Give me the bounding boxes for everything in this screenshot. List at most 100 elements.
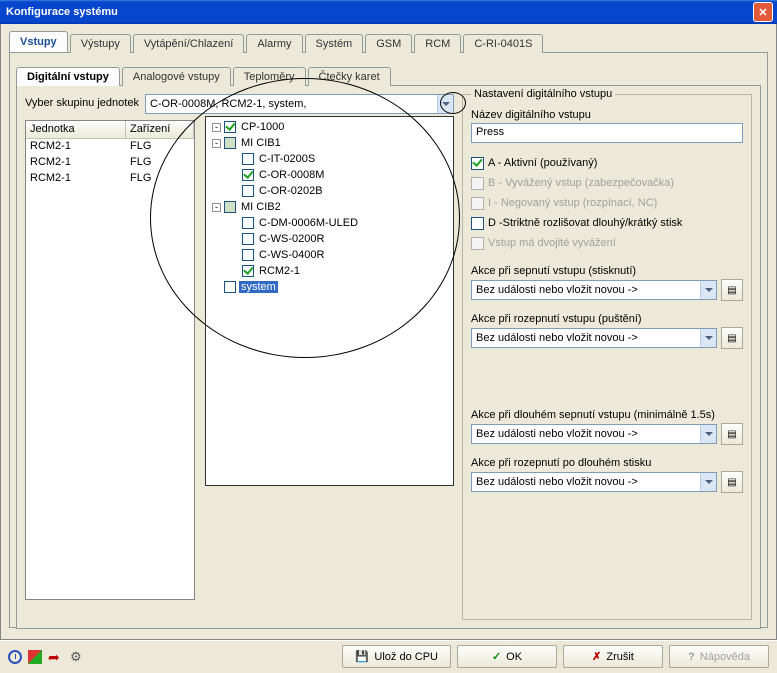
action-block: Akce při dlouhém sepnutí vstupu (minimál… bbox=[471, 409, 743, 445]
table-row[interactable]: RCM2-1FLG bbox=[26, 155, 194, 171]
tree-node[interactable]: - MI CIB2 bbox=[208, 199, 451, 215]
tree-label[interactable]: C-WS-0200R bbox=[257, 233, 326, 245]
tree-node[interactable]: - MI CIB1 bbox=[208, 135, 451, 151]
tree-label[interactable]: C-IT-0200S bbox=[257, 153, 317, 165]
tree-checkbox[interactable] bbox=[242, 153, 254, 165]
units-table: Jednotka Zařízení RCM2-1FLGRCM2-1FLGRCM2… bbox=[25, 120, 195, 600]
tab-alarmy[interactable]: Alarmy bbox=[246, 34, 302, 53]
save-button[interactable]: 💾 Ulož do CPU bbox=[342, 645, 451, 668]
tab-system[interactable]: Systém bbox=[305, 34, 364, 53]
cell-device: FLG bbox=[126, 171, 186, 187]
title-bar: Konfigurace systému ✕ bbox=[0, 0, 777, 24]
tree-label[interactable]: C-OR-0202B bbox=[257, 185, 325, 197]
dropdown-arrow-icon[interactable] bbox=[700, 329, 716, 347]
tree-label[interactable]: C-DM-0006M-ULED bbox=[257, 217, 360, 229]
tree-toggle-icon[interactable]: - bbox=[212, 123, 221, 132]
tree-checkbox[interactable] bbox=[242, 217, 254, 229]
checkbox[interactable] bbox=[471, 157, 484, 170]
tree-label[interactable]: MI CIB1 bbox=[239, 137, 283, 149]
tree-label[interactable]: MI CIB2 bbox=[239, 201, 283, 213]
settings-group: Nastavení digitálního vstupu Název digit… bbox=[462, 94, 752, 620]
check-line[interactable]: A - Aktivní (používaný) bbox=[471, 153, 743, 173]
cell-device: FLG bbox=[126, 155, 186, 171]
cell-device: FLG bbox=[126, 139, 186, 155]
action-block: Akce při rozepnutí po dlouhém stisku Bez … bbox=[471, 457, 743, 493]
unit-group-value: C-OR-0008M, RCM2-1, system, bbox=[146, 98, 437, 110]
dropdown-arrow-icon[interactable] bbox=[700, 425, 716, 443]
tree-node[interactable]: C-WS-0400R bbox=[208, 247, 451, 263]
main-tabs: Vstupy Výstupy Vytápění/Chlazení Alarmy … bbox=[9, 30, 768, 52]
subtab-card[interactable]: Čtečky karet bbox=[308, 67, 391, 86]
tree-label[interactable]: C-WS-0400R bbox=[257, 249, 326, 261]
action-edit-button[interactable]: ▤ bbox=[721, 327, 743, 349]
checkbox bbox=[471, 237, 484, 250]
tab-rcm[interactable]: RCM bbox=[414, 34, 461, 53]
tab-cri[interactable]: C-RI-0401S bbox=[463, 34, 543, 53]
tree-label[interactable]: CP-1000 bbox=[239, 121, 286, 133]
action-edit-button[interactable]: ▤ bbox=[721, 423, 743, 445]
tree-label[interactable]: system bbox=[239, 281, 278, 293]
action-value: Bez události nebo vložit novou -> bbox=[472, 332, 700, 344]
cancel-button[interactable]: Zrušit bbox=[563, 645, 663, 668]
tree-toggle-icon[interactable]: - bbox=[212, 139, 221, 148]
ok-button[interactable]: OK bbox=[457, 645, 557, 668]
tree-label[interactable]: C-OR-0008M bbox=[257, 169, 326, 181]
tree-node[interactable]: C-OR-0202B bbox=[208, 183, 451, 199]
tree-node[interactable]: C-DM-0006M-ULED bbox=[208, 215, 451, 231]
tree-node[interactable]: C-OR-0008M bbox=[208, 167, 451, 183]
action-combo[interactable]: Bez události nebo vložit novou -> bbox=[471, 472, 717, 492]
action-combo[interactable]: Bez události nebo vložit novou -> bbox=[471, 280, 717, 300]
name-input[interactable]: Press bbox=[471, 123, 743, 143]
col-zarizeni[interactable]: Zařízení bbox=[126, 121, 194, 139]
unit-tree-popup[interactable]: - CP-1000 - MI CIB1 C-IT-0200S C-OR-0008M C-OR… bbox=[205, 116, 454, 486]
dropdown-arrow-icon[interactable] bbox=[700, 281, 716, 299]
tree-checkbox[interactable] bbox=[242, 185, 254, 197]
tab-vystupy[interactable]: Výstupy bbox=[70, 34, 131, 53]
tree-checkbox[interactable] bbox=[242, 249, 254, 261]
config-icon[interactable] bbox=[70, 649, 86, 665]
check-line[interactable]: D -Striktně rozlišovat dlouhý/krátký sti… bbox=[471, 213, 743, 233]
action-edit-button[interactable]: ▤ bbox=[721, 471, 743, 493]
subtab-digital[interactable]: Digitální vstupy bbox=[16, 67, 120, 86]
clock-icon[interactable] bbox=[8, 650, 22, 664]
check-label: Vstup má dvojité vyvážení bbox=[488, 237, 616, 249]
checkbox bbox=[471, 177, 484, 190]
tree-node[interactable]: C-IT-0200S bbox=[208, 151, 451, 167]
flag-icon[interactable] bbox=[28, 650, 42, 664]
unit-group-combo[interactable]: C-OR-0008M, RCM2-1, system, bbox=[145, 94, 454, 114]
tree-checkbox[interactable] bbox=[242, 265, 254, 277]
table-row[interactable]: RCM2-1FLG bbox=[26, 171, 194, 187]
tree-label[interactable]: RCM2-1 bbox=[257, 265, 302, 277]
name-label: Název digitálního vstupu bbox=[471, 109, 743, 121]
tree-checkbox[interactable] bbox=[224, 121, 236, 133]
tree-node[interactable]: system bbox=[208, 279, 451, 295]
action-combo[interactable]: Bez události nebo vložit novou -> bbox=[471, 328, 717, 348]
action-label: Akce při rozepnutí po dlouhém stisku bbox=[471, 457, 743, 469]
col-jednotka[interactable]: Jednotka bbox=[26, 121, 126, 139]
tree-checkbox[interactable] bbox=[242, 169, 254, 181]
export-icon[interactable] bbox=[48, 649, 64, 665]
tree-node[interactable]: C-WS-0200R bbox=[208, 231, 451, 247]
action-edit-button[interactable]: ▤ bbox=[721, 279, 743, 301]
dropdown-arrow-icon[interactable] bbox=[700, 473, 716, 491]
action-label: Akce při dlouhém sepnutí vstupu (minimál… bbox=[471, 409, 743, 421]
tree-checkbox[interactable] bbox=[224, 281, 236, 293]
table-row[interactable]: RCM2-1FLG bbox=[26, 139, 194, 155]
help-icon bbox=[688, 651, 695, 663]
tab-vytapeni[interactable]: Vytápění/Chlazení bbox=[133, 34, 244, 53]
tab-gsm[interactable]: GSM bbox=[365, 34, 412, 53]
tree-checkbox[interactable] bbox=[224, 137, 236, 149]
subtab-thermo[interactable]: Teploměry bbox=[233, 67, 306, 86]
close-button[interactable]: ✕ bbox=[753, 2, 773, 22]
tree-checkbox[interactable] bbox=[224, 201, 236, 213]
tree-toggle-icon[interactable]: - bbox=[212, 203, 221, 212]
tab-vstupy[interactable]: Vstupy bbox=[9, 31, 68, 52]
tree-checkbox[interactable] bbox=[242, 233, 254, 245]
tree-node[interactable]: RCM2-1 bbox=[208, 263, 451, 279]
action-combo[interactable]: Bez události nebo vložit novou -> bbox=[471, 424, 717, 444]
tree-node[interactable]: - CP-1000 bbox=[208, 119, 451, 135]
dropdown-arrow-icon[interactable] bbox=[437, 95, 453, 113]
subtab-analog[interactable]: Analogové vstupy bbox=[122, 67, 231, 86]
checkbox[interactable] bbox=[471, 217, 484, 230]
help-button[interactable]: Nápověda bbox=[669, 645, 769, 668]
